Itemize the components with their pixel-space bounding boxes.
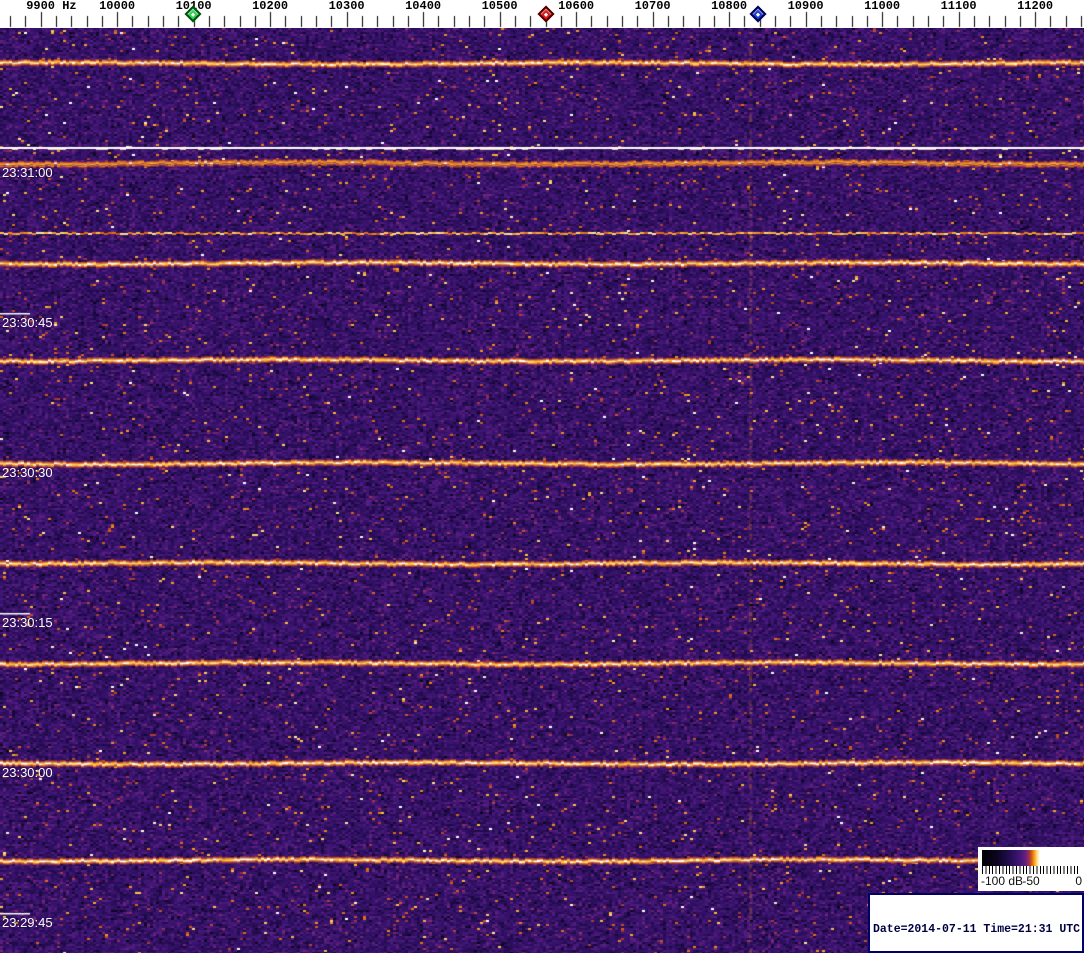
freq-label: 11200 <box>1017 0 1054 13</box>
freq-label: 10300 <box>328 0 365 13</box>
freq-label: 9900 Hz <box>26 0 77 13</box>
spectrogram-display[interactable] <box>0 28 1084 953</box>
time-label: 23:31:00 <box>2 165 53 180</box>
freq-label: 10500 <box>481 0 518 13</box>
db-mid-label: -50 <box>1022 874 1040 888</box>
observation-info-box: Date=2014-07-11 Time=21:31 UTC Freq=143 … <box>868 893 1084 953</box>
marker-center-dot <box>543 11 549 17</box>
marker-center-dot <box>190 11 196 17</box>
spectrogram-window: 9900 Hz100001010010200103001040010500106… <box>0 0 1084 953</box>
marker-center-dot <box>755 11 761 17</box>
frequency-axis: 9900 Hz100001010010200103001040010500106… <box>0 0 1084 28</box>
freq-label: 10800 <box>711 0 748 13</box>
info-date-time: Date=2014-07-11 Time=21:31 UTC <box>873 923 1081 936</box>
freq-label: 11100 <box>940 0 977 13</box>
db-min-label: -100 dB <box>981 874 1024 888</box>
freq-label: 10700 <box>634 0 671 13</box>
waterfall-area: 23:31:00 23:30:45 23:30:30 23:30:15 23:30:00… <box>0 28 1084 953</box>
freq-label: 10000 <box>99 0 136 13</box>
db-color-scale: -100 dB -50 0 <box>978 847 1084 891</box>
color-gradient-bar <box>982 850 1080 866</box>
time-label: 23:29:45 <box>2 915 53 930</box>
freq-label: 11000 <box>864 0 901 13</box>
time-label: 23:30:45 <box>2 315 53 330</box>
time-label: 23:30:15 <box>2 615 53 630</box>
db-max-label: 0 <box>1075 874 1082 888</box>
color-scale-ticks <box>982 866 1080 874</box>
color-scale-labels: -100 dB -50 0 <box>978 874 1084 889</box>
freq-label: 10400 <box>405 0 442 13</box>
time-label: 23:30:30 <box>2 465 53 480</box>
freq-label: 10900 <box>787 0 824 13</box>
freq-label: 10600 <box>558 0 595 13</box>
time-label: 23:30:00 <box>2 765 53 780</box>
freq-label: 10200 <box>252 0 289 13</box>
